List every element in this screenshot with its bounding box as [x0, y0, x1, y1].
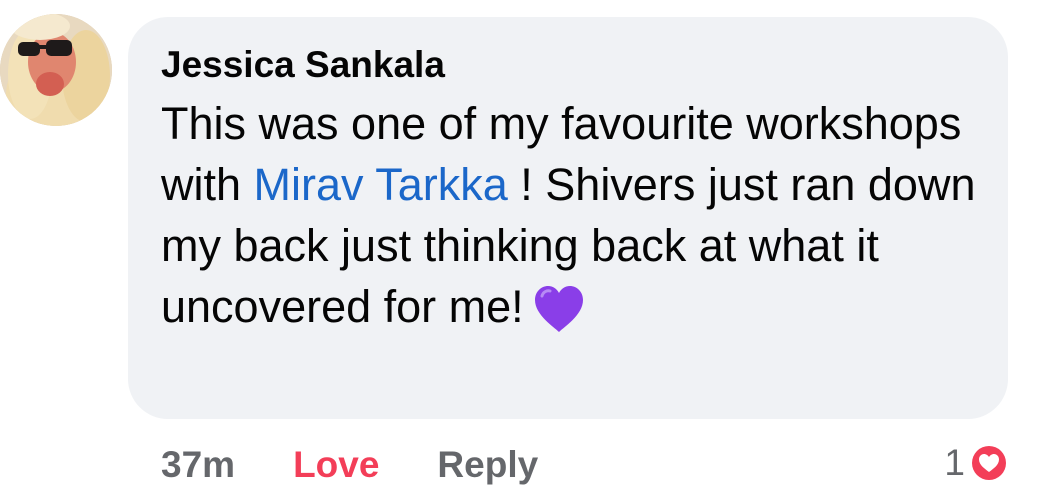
love-reaction-button[interactable]: Love: [293, 444, 379, 486]
comment-timestamp[interactable]: 37m: [161, 444, 235, 486]
love-reaction-icon: [970, 444, 1008, 482]
reaction-summary[interactable]: 1: [944, 438, 1009, 488]
comment-author[interactable]: Jessica Sankala: [161, 43, 978, 87]
comment-text: This was one of my favourite workshops w…: [161, 93, 978, 337]
mention-link[interactable]: Mirav Tarkka: [254, 159, 508, 210]
purple-heart-icon: [534, 286, 583, 332]
reply-button[interactable]: Reply: [437, 444, 538, 486]
comment: Jessica Sankala This was one of my favou…: [0, 0, 1043, 495]
comment-bubble: Jessica Sankala This was one of my favou…: [128, 17, 1008, 419]
reaction-count: 1: [944, 442, 965, 483]
comment-actions: 37m Love Reply: [161, 440, 538, 490]
avatar-image: [0, 14, 112, 126]
avatar[interactable]: [0, 14, 112, 126]
